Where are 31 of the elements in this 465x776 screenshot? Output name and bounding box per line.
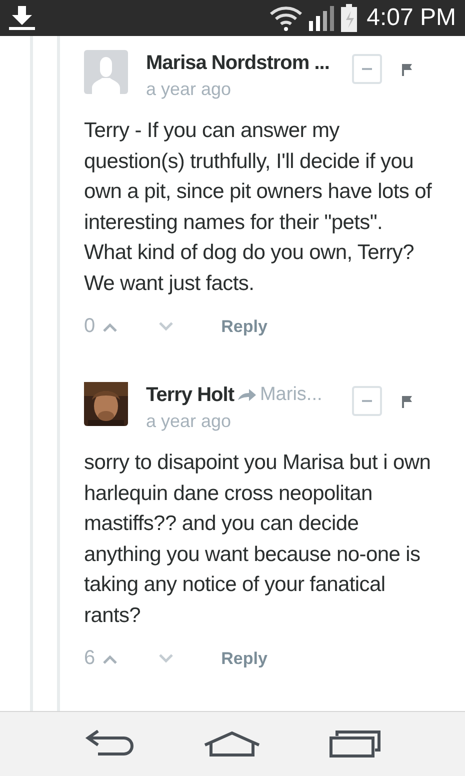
back-icon[interactable]: [84, 730, 136, 758]
wifi-icon: [268, 5, 303, 31]
parent-author-link[interactable]: Maris...: [260, 384, 322, 406]
vote-count: 0: [84, 315, 96, 338]
vote-count: 6: [84, 647, 96, 670]
clock: 4:07 PM: [366, 4, 456, 32]
avatar-icon: [84, 50, 128, 94]
battery-icon: [340, 4, 357, 32]
reply-link[interactable]: Reply: [221, 316, 268, 336]
reply-arrow-icon: [238, 388, 256, 402]
collapse-button[interactable]: [352, 54, 382, 84]
flag-icon[interactable]: [402, 396, 412, 408]
author-name[interactable]: Marisa Nordstrom ...: [146, 52, 330, 74]
recent-apps-icon[interactable]: [329, 730, 382, 758]
author-name[interactable]: Terry Holt: [146, 384, 234, 406]
upvote-icon[interactable]: [103, 322, 118, 332]
flag-icon[interactable]: [402, 64, 412, 76]
downvote-icon[interactable]: [159, 654, 174, 664]
reply-link[interactable]: Reply: [221, 648, 268, 668]
minus-icon: [362, 68, 372, 70]
comment-text: Terry - If you can answer my question(s) truthfully, I'll decide if you own a pit, since pit owners have lots of interesting names for their "pets". What kind of dog do you own, Terry? We want just facts.: [84, 118, 433, 296]
collapse-button[interactable]: [352, 386, 382, 416]
minus-icon: [362, 400, 372, 402]
home-icon[interactable]: [203, 731, 262, 757]
download-icon: [9, 6, 35, 30]
timestamp[interactable]: a year ago: [146, 411, 346, 432]
comment-text: sorry to disapoint you Marisa but i own harlequin dane cross neopolitan mastiffs?? and you can decide anything you want because no-one is taking any notice of your fanatical rants?: [84, 450, 432, 628]
downvote-icon[interactable]: [159, 322, 174, 332]
upvote-icon[interactable]: [103, 654, 118, 664]
timestamp[interactable]: a year ago: [146, 79, 346, 100]
signal-icon: [308, 5, 335, 31]
